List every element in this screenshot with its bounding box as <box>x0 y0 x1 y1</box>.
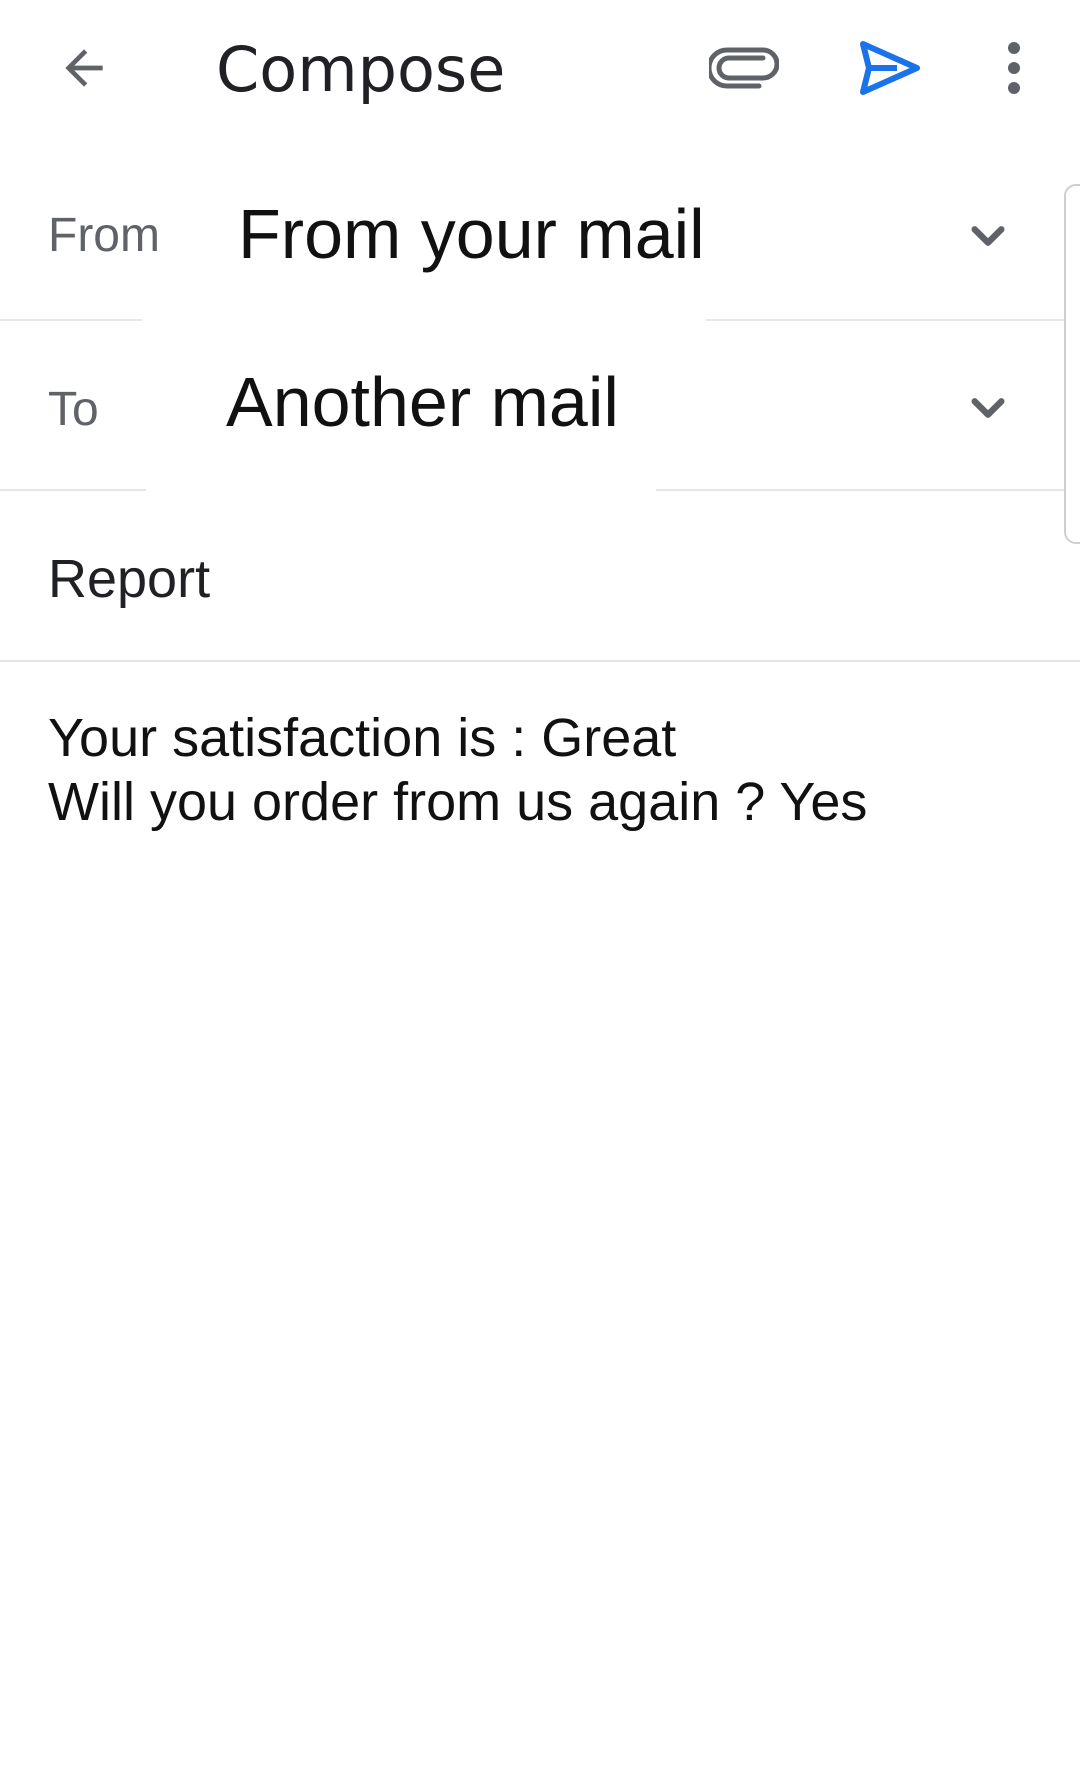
body-line: Will you order from us again ? Yes <box>48 772 868 832</box>
subject-text[interactable]: Report <box>48 548 210 610</box>
from-label: From <box>48 209 160 262</box>
paperclip-icon <box>709 47 779 89</box>
arrow-back-icon <box>65 49 103 87</box>
top-app-bar: Compose <box>0 0 1080 140</box>
from-field[interactable]: From From your mail <box>0 172 1080 320</box>
to-label: To <box>48 383 99 436</box>
divider <box>656 489 1080 491</box>
send-button[interactable] <box>846 28 934 108</box>
divider <box>706 319 1080 321</box>
chevron-down-icon[interactable] <box>956 204 1020 268</box>
message-body[interactable]: Your satisfaction is : Great Will you or… <box>48 706 1048 834</box>
scroll-handle[interactable] <box>1064 184 1080 544</box>
subject-field[interactable]: Report <box>0 512 1080 660</box>
to-field[interactable]: To Another mail <box>0 322 1080 490</box>
to-value[interactable]: Another mail <box>226 362 619 442</box>
chevron-down-icon[interactable] <box>956 376 1020 440</box>
divider <box>0 660 1080 662</box>
page-title: Compose <box>216 33 506 106</box>
more-options-button[interactable] <box>976 28 1052 108</box>
divider <box>0 319 142 321</box>
divider <box>0 489 146 491</box>
attach-button[interactable] <box>700 28 788 108</box>
body-line: Your satisfaction is : Great <box>48 708 677 768</box>
more-vertical-icon <box>1008 42 1020 94</box>
send-icon <box>860 41 920 95</box>
back-button[interactable] <box>44 28 124 108</box>
from-value[interactable]: From your mail <box>238 194 705 274</box>
